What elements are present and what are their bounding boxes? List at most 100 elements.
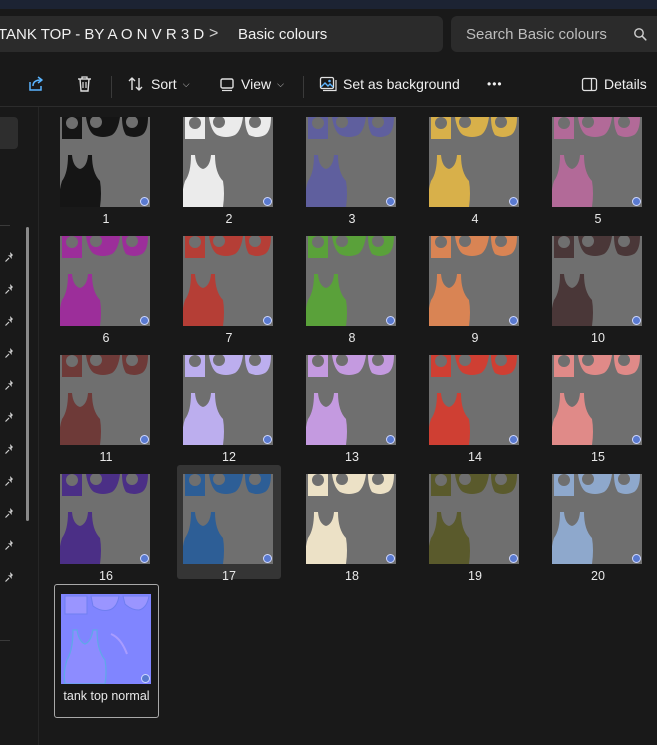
file-name: 19: [468, 569, 482, 583]
file-name: 20: [591, 569, 605, 583]
sort-label: Sort: [151, 76, 177, 92]
file-name: 15: [591, 450, 605, 464]
file-thumbnail: [429, 474, 519, 564]
details-label: Details: [604, 76, 647, 92]
pin-icon[interactable]: [4, 347, 16, 359]
pin-icon[interactable]: [4, 283, 16, 295]
file-tile[interactable]: 20: [546, 465, 650, 583]
search-input[interactable]: Search Basic colours: [466, 26, 607, 43]
file-tile[interactable]: 8: [300, 227, 404, 345]
share-icon: [29, 76, 43, 91]
file-name: 9: [471, 331, 479, 345]
app-badge-icon: [509, 316, 518, 325]
view-label: View: [241, 76, 272, 92]
file-tile[interactable]: 16: [54, 465, 158, 583]
delete-button[interactable]: [76, 62, 93, 106]
set-as-background-button[interactable]: Set as background: [319, 62, 460, 106]
command-bar: Sort ⌵ View ⌵ Set as background ••• Deta…: [0, 62, 657, 106]
app-badge-icon: [632, 554, 641, 563]
file-name: 8: [348, 331, 356, 345]
pin-icon[interactable]: [4, 411, 16, 423]
nav-divider: [0, 225, 10, 226]
view-icon: [220, 78, 234, 92]
pin-icon[interactable]: [4, 539, 16, 551]
file-name: 18: [345, 569, 359, 583]
share-button[interactable]: [27, 62, 45, 106]
pin-icon[interactable]: [4, 315, 16, 327]
pin-icon[interactable]: [4, 571, 16, 583]
chevron-right-icon: >: [209, 25, 219, 42]
breadcrumb-current[interactable]: Basic colours: [238, 26, 327, 43]
nav-divider: [0, 640, 10, 641]
toolbar-divider: [303, 76, 304, 98]
nav-scrollbar[interactable]: [26, 227, 29, 521]
file-tile[interactable]: 9: [423, 227, 527, 345]
file-tile[interactable]: 14: [423, 346, 527, 464]
file-tile[interactable]: 5: [546, 108, 650, 226]
file-name: 2: [225, 212, 233, 226]
image-icon: [319, 76, 337, 92]
pane-divider: [38, 107, 39, 745]
file-tile[interactable]: 10: [546, 227, 650, 345]
file-tile[interactable]: 15: [546, 346, 650, 464]
file-tile[interactable]: 6: [54, 227, 158, 345]
file-thumbnail: [429, 355, 519, 445]
nav-selected-item[interactable]: [0, 117, 18, 149]
details-button[interactable]: Details: [581, 62, 647, 106]
more-icon: •••: [487, 77, 503, 91]
file-thumbnail: [306, 117, 396, 207]
file-thumbnail: [60, 355, 150, 445]
file-name: 11: [99, 450, 113, 464]
file-thumbnail: [183, 236, 273, 326]
file-tile[interactable]: tank top normal: [54, 584, 159, 718]
app-badge-icon: [632, 197, 641, 206]
app-badge-icon: [509, 197, 518, 206]
file-tile[interactable]: 13: [300, 346, 404, 464]
more-options-button[interactable]: •••: [487, 62, 503, 106]
app-badge-icon: [140, 435, 149, 444]
app-badge-icon: [632, 435, 641, 444]
set-as-background-label: Set as background: [343, 76, 460, 92]
pin-icon[interactable]: [4, 475, 16, 487]
toolbar-divider: [111, 76, 112, 98]
file-tile[interactable]: 18: [300, 465, 404, 583]
app-badge-icon: [140, 316, 149, 325]
file-tile[interactable]: 19: [423, 465, 527, 583]
file-thumbnail: [429, 117, 519, 207]
file-name: 12: [222, 450, 236, 464]
file-tile[interactable]: 17: [177, 465, 281, 583]
app-badge-icon: [386, 197, 395, 206]
navigation-pane: [0, 107, 38, 745]
chevron-down-icon: ⌵: [277, 78, 284, 89]
pin-icon[interactable]: [4, 443, 16, 455]
app-badge-icon: [386, 435, 395, 444]
search-icon[interactable]: [633, 27, 647, 41]
file-tile[interactable]: 3: [300, 108, 404, 226]
app-badge-icon: [263, 554, 272, 563]
pin-icon[interactable]: [4, 507, 16, 519]
title-bar-strip: [0, 0, 657, 9]
address-bar[interactable]: TANK TOP - BY A O N V R 3 D > Basic colo…: [0, 16, 443, 52]
file-name: 13: [345, 450, 359, 464]
file-name: 16: [99, 569, 113, 583]
file-tile[interactable]: 4: [423, 108, 527, 226]
view-button[interactable]: View ⌵: [219, 62, 284, 106]
file-tile[interactable]: 2: [177, 108, 281, 226]
search-box[interactable]: Search Basic colours: [451, 16, 657, 52]
file-tile[interactable]: 12: [177, 346, 281, 464]
chevron-down-icon: ⌵: [182, 78, 190, 89]
file-thumbnail: [306, 236, 396, 326]
pin-icon[interactable]: [4, 379, 16, 391]
file-name: 10: [591, 331, 605, 345]
file-tile[interactable]: 1: [54, 108, 158, 226]
file-thumbnail: [429, 236, 519, 326]
sort-button[interactable]: Sort ⌵: [127, 62, 190, 106]
file-tile[interactable]: 7: [177, 227, 281, 345]
breadcrumb-parent[interactable]: TANK TOP - BY A O N V R 3 D: [0, 26, 204, 43]
file-name: 17: [222, 569, 236, 583]
file-thumbnail: [60, 236, 150, 326]
file-tile[interactable]: 11: [54, 346, 158, 464]
file-thumbnail: [552, 236, 642, 326]
details-pane-icon: [581, 77, 598, 91]
pin-icon[interactable]: [4, 251, 16, 263]
